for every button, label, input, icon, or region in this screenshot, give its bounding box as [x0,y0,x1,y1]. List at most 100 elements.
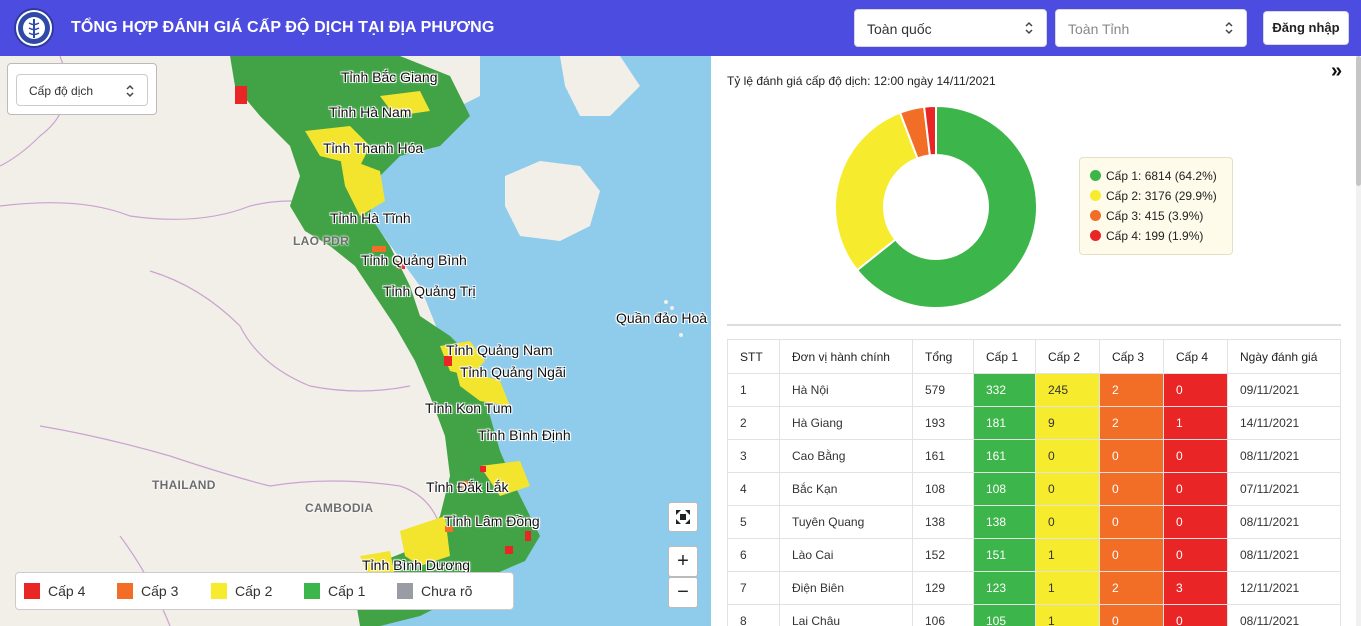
level3-cell: 2 [1099,571,1164,605]
level3-cell: 0 [1099,472,1164,506]
stt-cell: 6 [727,538,780,572]
level1-cell: 108 [973,472,1036,506]
date-cell: 14/11/2021 [1227,406,1341,440]
page-title: TỔNG HỢP ĐÁNH GIÁ CẤP ĐỘ DỊCH TẠI ĐỊA PH… [71,19,495,36]
column-header[interactable]: Cấp 2 [1035,339,1100,374]
stats-table: STT Đơn vị hành chính Tổng Cấp 1 Cấp 2 C… [727,339,1341,626]
level1-cell: 123 [973,571,1036,605]
total-cell: 138 [912,505,974,539]
date-cell: 12/11/2021 [1227,571,1341,605]
column-header[interactable]: Cấp 1 [973,339,1036,374]
legend-item: Cấp 1 [304,583,365,599]
stt-cell: 4 [727,472,780,506]
legend-item: Cấp 4 [24,583,85,599]
ministry-logo [14,8,54,48]
level1-cell: 151 [973,538,1036,572]
fullscreen-icon [676,510,690,524]
level4-cell: 3 [1163,571,1228,605]
chart-legend-item: Cấp 4: 199 (1.9%) [1090,226,1222,246]
province-label: Tỉnh Đắk Lắk [426,479,509,495]
level3-cell: 0 [1099,439,1164,473]
province-label: Tỉnh Quảng Bình [361,252,467,268]
date-cell: 09/11/2021 [1227,373,1341,407]
level4-cell: 0 [1163,439,1228,473]
collapse-panel-icon[interactable]: » [1331,60,1342,83]
login-button[interactable]: Đăng nhập [1263,11,1349,45]
zoom-in-button[interactable]: + [668,546,698,577]
level3-cell: 0 [1099,604,1164,626]
level2-cell: 1 [1035,538,1100,572]
zoom-out-button[interactable]: − [668,577,698,608]
province-label: Tỉnh Lâm Đồng [444,513,540,529]
table-row[interactable]: 3 Cao Bằng 161 161 0 0 0 08/11/2021 [727,439,1341,473]
unit-cell: Cao Bằng [779,439,913,473]
level-donut-chart [834,104,1038,309]
province-label: Tỉnh Quảng Nam [446,342,553,358]
column-header[interactable]: Ngày đánh giá [1227,339,1341,374]
stt-cell: 5 [727,505,780,539]
column-header[interactable]: Tổng [912,339,974,374]
map-view[interactable]: LAO PDR THAILAND CAMBODIA Tỉnh Bắc Giang… [0,56,711,626]
stt-cell: 7 [727,571,780,605]
column-header[interactable]: Cấp 3 [1099,339,1164,374]
level1-cell: 138 [973,505,1036,539]
scrollbar-thumb[interactable] [1356,56,1361,186]
table-row[interactable]: 2 Hà Giang 193 181 9 2 1 14/11/2021 [727,406,1341,440]
column-header[interactable]: Cấp 4 [1163,339,1228,374]
level2-cell: 0 [1035,439,1100,473]
layer-control: Cấp độ dịch [7,63,157,115]
layer-select[interactable]: Cấp độ dịch [16,74,148,106]
column-header[interactable]: STT [727,339,780,374]
level1-cell: 161 [973,439,1036,473]
stats-panel: » Tỷ lệ đánh giá cấp độ dịch: 12:00 ngày… [711,56,1361,626]
table-row[interactable]: 6 Lào Cai 152 151 1 0 0 08/11/2021 [727,538,1341,572]
legend-item: Cấp 3 [117,583,178,599]
unit-cell: Hà Giang [779,406,913,440]
country-label-cambodia: CAMBODIA [305,501,374,515]
level4-cell: 0 [1163,505,1228,539]
province-label: Quần đảo Hoà [616,310,708,326]
unit-cell: Tuyên Quang [779,505,913,539]
date-cell: 08/11/2021 [1227,538,1341,572]
stt-cell: 2 [727,406,780,440]
level2-cell: 245 [1035,373,1100,407]
column-header[interactable]: Đơn vị hành chính [779,339,913,374]
province-label: Tỉnh Bắc Giang [341,69,438,85]
province-label: Tỉnh Kon Tum [425,400,513,416]
province-select[interactable]: Toàn Tỉnh [1055,9,1247,47]
rate-title: Tỷ lệ đánh giá cấp độ dịch: 12:00 ngày 1… [727,74,996,88]
province-label: Tỉnh Hà Nam [329,104,412,120]
unit-cell: Điện Biên [779,571,913,605]
nation-select[interactable]: Toàn quốc [854,9,1047,47]
table-row[interactable]: 7 Điện Biên 129 123 1 2 3 12/11/2021 [727,571,1341,605]
table-row[interactable]: 8 Lai Châu 106 105 1 0 0 08/11/2021 [727,604,1341,626]
date-cell: 07/11/2021 [1227,472,1341,506]
date-cell: 08/11/2021 [1227,604,1341,626]
legend-dot [1090,170,1101,181]
province-label: Tỉnh Quảng Ngãi [460,364,566,380]
chevron-updown-icon [1225,21,1233,35]
level2-cell: 0 [1035,472,1100,506]
map-legend: Cấp 4 Cấp 3 Cấp 2 Cấp 1 Chưa rõ [15,572,514,610]
table-row[interactable]: 5 Tuyên Quang 138 138 0 0 0 08/11/2021 [727,505,1341,539]
total-cell: 108 [912,472,974,506]
chart-legend-item: Cấp 1: 6814 (64.2%) [1090,166,1222,186]
chart-legend: Cấp 1: 6814 (64.2%) Cấp 2: 3176 (29.9%) … [1079,157,1233,255]
province-label: Tỉnh Bình Dương [362,557,471,573]
table-row[interactable]: 1 Hà Nội 579 332 245 2 0 09/11/2021 [727,373,1341,407]
unit-cell: Lào Cai [779,538,913,572]
level2-cell: 1 [1035,604,1100,626]
table-row[interactable]: 4 Bắc Kạn 108 108 0 0 0 07/11/2021 [727,472,1341,506]
fullscreen-button[interactable] [668,502,698,532]
level4-cell: 0 [1163,472,1228,506]
legend-item: Chưa rõ [397,583,472,599]
country-label-thailand: THAILAND [152,478,216,492]
total-cell: 579 [912,373,974,407]
table-body: 1 Hà Nội 579 332 245 2 0 09/11/2021 2 Hà Giang 193… [727,373,1341,626]
legend-swatch [117,583,133,599]
total-cell: 152 [912,538,974,572]
total-cell: 129 [912,571,974,605]
donut-slice-2[interactable] [834,111,919,272]
level3-cell: 2 [1099,373,1164,407]
level2-cell: 9 [1035,406,1100,440]
